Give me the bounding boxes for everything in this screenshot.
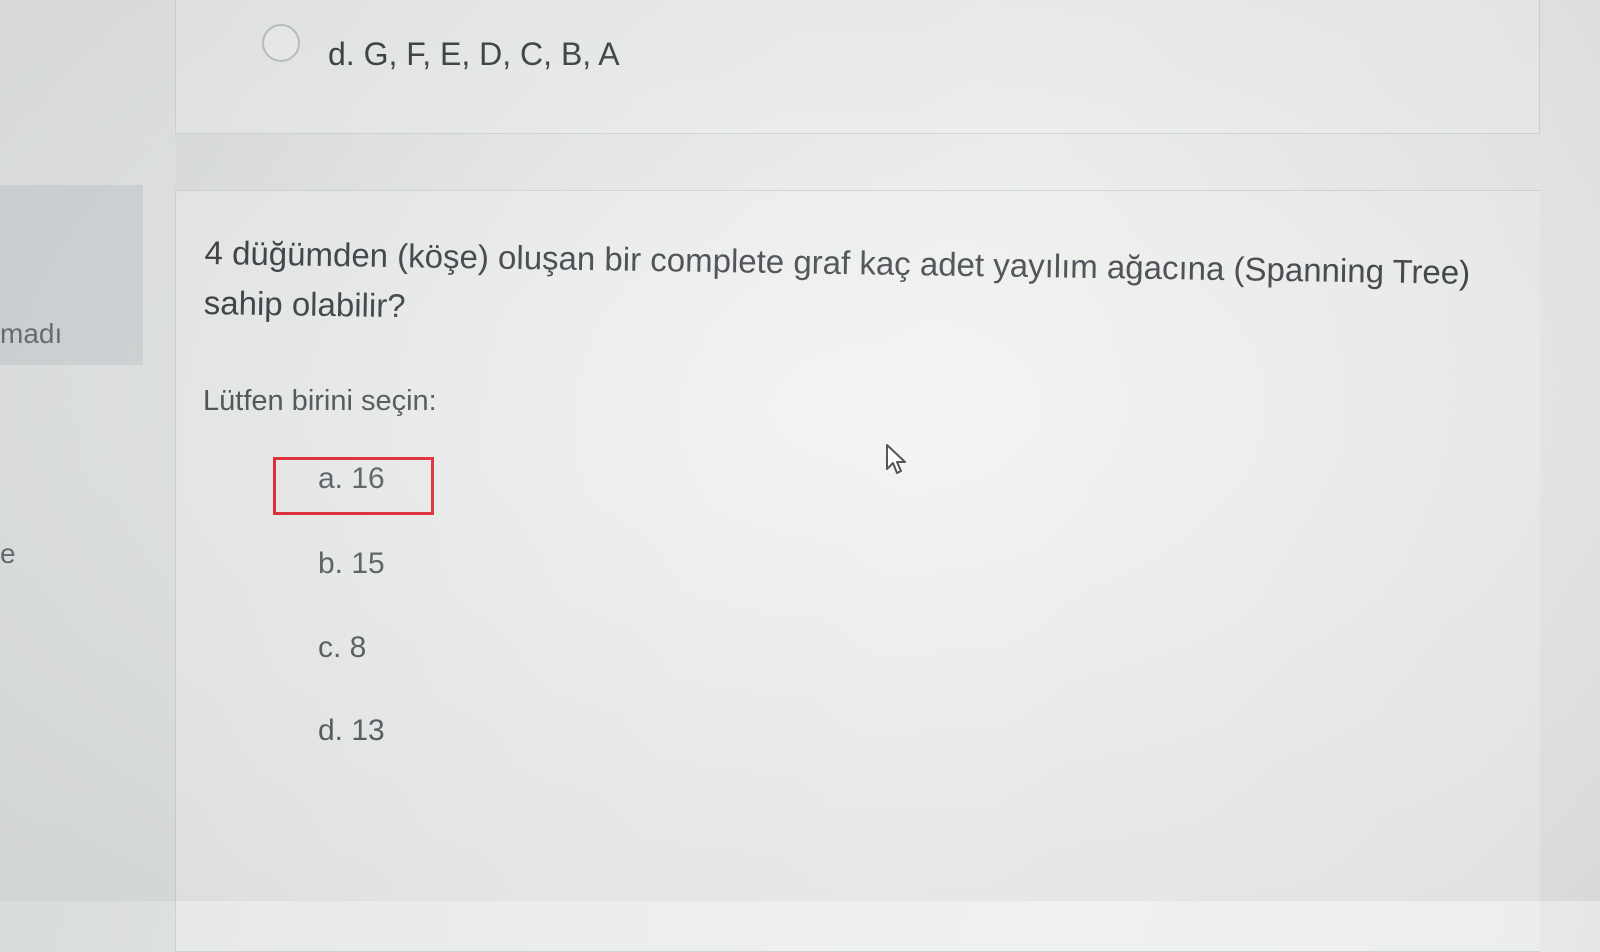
sidebar-status-text: madı	[0, 318, 63, 349]
sidebar-text-fragment: e	[0, 538, 16, 569]
radio-circle-icon[interactable]	[262, 24, 300, 62]
answer-option-d[interactable]: d. 13	[318, 714, 385, 748]
question-text: 4 düğümden (köşe) oluşan bir complete gr…	[203, 233, 1471, 325]
answer-option-a[interactable]: a. 16	[318, 462, 385, 496]
previous-answer-option[interactable]: d. G, F, E, D, C, B, A	[328, 36, 620, 73]
answer-option-b[interactable]: b. 15	[318, 547, 385, 581]
answer-option-c[interactable]: c. 8	[318, 631, 366, 665]
mouse-pointer-icon	[885, 443, 909, 482]
left-sidebar	[0, 0, 175, 901]
answer-prompt: Lütfen birini seçin:	[203, 385, 437, 417]
